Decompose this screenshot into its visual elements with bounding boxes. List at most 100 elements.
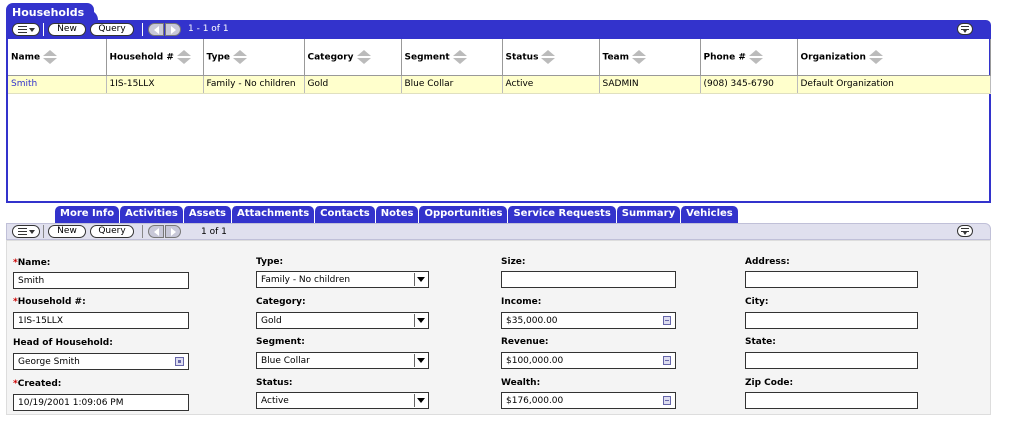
tab-opportunities[interactable]: Opportunities (418, 206, 508, 223)
column-header-segment[interactable]: Segment (401, 39, 503, 76)
applet-menu-button[interactable] (12, 23, 40, 36)
revenue-field[interactable]: $100,000.00 (501, 352, 676, 369)
size-field[interactable] (501, 271, 676, 288)
created-label: *Created: (13, 379, 62, 389)
city-field[interactable] (745, 312, 918, 329)
applet-menu-button[interactable] (12, 225, 40, 238)
status-select[interactable]: Active (256, 392, 429, 409)
households-title-tab: Households (6, 3, 94, 21)
dropdown-arrow-icon[interactable] (414, 314, 427, 327)
new-button[interactable]: New (48, 225, 86, 238)
cell-status: Active (502, 75, 600, 94)
arrow-left-icon (154, 228, 159, 236)
toolbar-separator (142, 23, 143, 36)
tab-attachments[interactable]: Attachments (231, 206, 315, 223)
column-header-type[interactable]: Type (203, 39, 305, 76)
record-navigation (148, 225, 182, 238)
calculator-icon[interactable] (663, 316, 671, 325)
dropdown-arrow-icon[interactable] (414, 354, 427, 367)
household-num-field[interactable]: 1IS-15LLX (13, 312, 189, 329)
address-field[interactable] (745, 271, 918, 288)
tab-service-requests[interactable]: Service Requests (507, 206, 616, 223)
households-table: Name Household # Type Category Segment S… (8, 39, 991, 94)
state-field[interactable] (745, 352, 918, 369)
households-title: Households (12, 6, 85, 19)
tab-contacts[interactable]: Contacts (314, 206, 375, 223)
city-label: City: (745, 297, 769, 307)
previous-record-button[interactable] (148, 225, 164, 238)
table-row[interactable]: Smith 1IS-15LLX Family - No children Gol… (8, 75, 991, 94)
chevron-down-icon (29, 28, 35, 32)
address-label: Address: (745, 257, 790, 267)
sort-icon[interactable] (452, 49, 467, 65)
detail-form: *Name: Smith *Household #: 1IS-15LLX Hea… (6, 240, 991, 415)
created-field[interactable]: 10/19/2001 1:09:06 PM (13, 394, 189, 411)
name-field[interactable]: Smith (13, 272, 189, 289)
head-of-household-label: Head of Household: (13, 338, 113, 348)
sort-icon[interactable] (176, 49, 191, 65)
column-header-organization[interactable]: Organization (797, 39, 991, 76)
income-field[interactable]: $35,000.00 (501, 312, 676, 329)
sort-icon[interactable] (356, 49, 371, 65)
sort-icon[interactable] (748, 49, 763, 65)
segment-select[interactable]: Blue Collar (256, 352, 429, 369)
sort-icon[interactable] (868, 49, 883, 65)
tab-notes[interactable]: Notes (374, 206, 419, 223)
dropdown-arrow-icon[interactable] (414, 273, 427, 286)
head-of-household-field[interactable]: George Smith (13, 353, 189, 370)
type-select[interactable]: Family - No children (256, 271, 429, 288)
zip-code-label: Zip Code: (745, 378, 794, 388)
cell-household-num: 1IS-15LLX (106, 75, 204, 94)
applet-options-button[interactable] (957, 23, 973, 35)
cell-category: Gold (304, 75, 402, 94)
column-header-household-num[interactable]: Household # (106, 39, 204, 76)
tab-activities[interactable]: Activities (119, 206, 183, 223)
dropdown-arrow-icon[interactable] (414, 394, 427, 407)
sort-icon[interactable] (232, 49, 247, 65)
state-label: State: (745, 337, 776, 347)
household-num-label: *Household #: (13, 297, 86, 307)
category-select[interactable]: Gold (256, 312, 429, 329)
next-record-button[interactable] (165, 23, 181, 36)
households-list: Name Household # Type Category Segment S… (6, 39, 991, 203)
query-button[interactable]: Query (90, 23, 134, 36)
tab-assets[interactable]: Assets (182, 206, 232, 223)
status-label: Status: (256, 378, 293, 388)
arrow-right-icon (171, 26, 176, 34)
segment-label: Segment: (256, 337, 305, 347)
next-record-button[interactable] (165, 225, 181, 238)
new-button[interactable]: New (48, 23, 86, 36)
tab-more-info[interactable]: More Info (55, 206, 120, 223)
households-toolbar: New Query 1 - 1 of 1 (6, 20, 991, 39)
previous-record-button[interactable] (148, 23, 164, 36)
column-header-team[interactable]: Team (599, 39, 701, 76)
toolbar-separator (43, 225, 44, 238)
wealth-field[interactable]: $176,000.00 (501, 392, 676, 409)
detail-tabs: More Info Activities Assets Attachments … (55, 206, 738, 223)
tab-summary[interactable]: Summary (615, 206, 681, 223)
applet-options-button[interactable] (957, 225, 973, 237)
calculator-icon[interactable] (663, 356, 671, 365)
category-label: Category: (256, 297, 306, 307)
toolbar-separator (43, 23, 44, 36)
table-header-row: Name Household # Type Category Segment S… (8, 39, 991, 76)
tab-vehicles[interactable]: Vehicles (680, 206, 738, 223)
sort-icon[interactable] (632, 49, 646, 65)
pick-icon[interactable] (175, 357, 184, 366)
zip-code-field[interactable] (745, 392, 918, 409)
income-label: Income: (501, 297, 542, 307)
name-label: *Name: (13, 258, 51, 268)
column-header-phone[interactable]: Phone # (700, 39, 798, 76)
query-button[interactable]: Query (90, 225, 134, 238)
cell-name-link[interactable]: Smith (8, 75, 107, 94)
column-header-name[interactable]: Name (8, 39, 107, 76)
column-header-category[interactable]: Category (304, 39, 402, 76)
cell-segment: Blue Collar (401, 75, 503, 94)
arrow-left-icon (154, 26, 159, 34)
sort-icon[interactable] (43, 49, 58, 65)
cell-phone: (908) 345-6790 (700, 75, 798, 94)
arrow-right-icon (171, 228, 176, 236)
column-header-status[interactable]: Status (502, 39, 600, 76)
sort-icon[interactable] (541, 49, 556, 65)
calculator-icon[interactable] (663, 396, 671, 405)
